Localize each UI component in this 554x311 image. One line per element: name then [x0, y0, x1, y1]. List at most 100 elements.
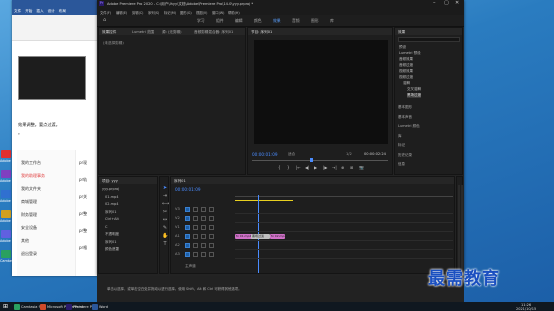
track-mute-button[interactable]: [209, 234, 214, 239]
desktop-app-icon[interactable]: [1, 170, 11, 178]
effects-section[interactable]: Lumetri 颜色: [398, 124, 420, 129]
track-target-button[interactable]: [185, 216, 190, 221]
timeline-clip[interactable]: fx 02.mp4: [270, 234, 285, 239]
menu-item[interactable]: 窗口(W): [212, 10, 224, 15]
overwrite-icon[interactable]: ⊞: [350, 165, 353, 170]
taskbar-app-label[interactable]: Camtasia 9: [21, 305, 41, 309]
taskbar-app-icon[interactable]: [40, 303, 46, 310]
cms-content-item[interactable]: pr整: [79, 228, 87, 234]
track-lock-button[interactable]: [193, 207, 198, 212]
track-lock-button[interactable]: [193, 252, 198, 257]
cms-nav-item[interactable]: 我的文件夹: [21, 186, 41, 192]
step-forward-icon[interactable]: |▶: [323, 165, 327, 170]
project-item[interactable]: 颜色遮罩: [105, 247, 119, 252]
desktop-app-icon[interactable]: [1, 250, 11, 258]
track-mute-button[interactable]: [209, 243, 214, 248]
cms-nav-item[interactable]: 其他: [21, 238, 29, 244]
effects-tab[interactable]: 效果: [398, 30, 405, 35]
go-to-in-icon[interactable]: |←: [296, 165, 301, 170]
source-tab[interactable]: 效果控件: [102, 30, 116, 35]
track-target-button[interactable]: [185, 234, 190, 239]
desktop-app-icon[interactable]: [1, 230, 11, 238]
menu-item[interactable]: 视图(V): [196, 10, 207, 15]
ripple-edit-icon[interactable]: ⟷: [162, 201, 169, 207]
effects-section[interactable]: 标记: [398, 143, 405, 148]
start-icon[interactable]: ⊞: [3, 303, 8, 310]
effects-search-input[interactable]: [398, 37, 460, 42]
effects-section[interactable]: 基本图形: [398, 105, 412, 110]
cms-content-item[interactable]: pr整: [79, 211, 87, 217]
word-tab[interactable]: 插入: [36, 8, 43, 15]
track-mute-button[interactable]: [209, 207, 214, 212]
project-item[interactable]: 01.mp4: [105, 195, 118, 199]
track-lock-button[interactable]: [193, 216, 198, 221]
project-item[interactable]: C: [105, 225, 107, 229]
close-icon[interactable]: ✕: [455, 0, 459, 6]
workspace-tab[interactable]: 编辑: [235, 18, 243, 24]
menu-item[interactable]: 文件(F): [100, 10, 111, 15]
track-toggle-button[interactable]: [201, 207, 206, 212]
track-mute-button[interactable]: [209, 252, 214, 257]
desktop-app-icon[interactable]: [1, 190, 11, 198]
workspace-tab[interactable]: 音频: [292, 18, 300, 24]
type-icon[interactable]: T: [162, 241, 168, 247]
workspace-tab[interactable]: 图形: [311, 18, 319, 24]
menu-item[interactable]: 标记(M): [164, 10, 176, 15]
workspace-tab[interactable]: 效果: [273, 18, 281, 24]
taskbar-app-icon[interactable]: [14, 303, 20, 310]
minimize-icon[interactable]: –: [433, 0, 436, 6]
track-toggle-button[interactable]: [201, 216, 206, 221]
export-frame-icon[interactable]: 📷: [359, 165, 364, 170]
project-item[interactable]: 02.mp4: [105, 202, 118, 206]
hand-icon[interactable]: ✋: [162, 233, 168, 239]
project-item[interactable]: 序列01: [105, 240, 116, 245]
cms-nav-item[interactable]: 安全设备: [21, 225, 37, 231]
taskbar-app-icon[interactable]: [92, 303, 98, 310]
clock-date[interactable]: 2021/10/15: [516, 307, 536, 311]
program-tab[interactable]: 节目: 序列01: [251, 30, 272, 35]
menu-item[interactable]: 剪辑(C): [132, 10, 143, 15]
fit-dropdown[interactable]: 适合: [288, 152, 295, 157]
cms-nav-item[interactable]: 商城管理: [21, 199, 37, 205]
cms-content-item[interactable]: pr现: [79, 160, 87, 166]
track-toggle-button[interactable]: [201, 225, 206, 230]
word-tab[interactable]: 开始: [25, 8, 32, 15]
workspace-tab[interactable]: 组件: [216, 18, 224, 24]
effects-item[interactable]: 视频效果: [399, 69, 413, 74]
effects-item[interactable]: 视频过渡: [399, 75, 413, 80]
track-toggle-button[interactable]: [201, 243, 206, 248]
audio-mixer-tab[interactable]: 音频剪辑混合器: 序列01: [194, 30, 233, 35]
effects-item[interactable]: 溶解: [403, 81, 410, 86]
track-target-button[interactable]: [185, 252, 190, 257]
cms-nav-item[interactable]: 退出登录: [21, 251, 37, 257]
effects-item[interactable]: 黑场过渡: [407, 93, 421, 98]
timeline-timecode[interactable]: 00:00:01:09: [175, 187, 201, 192]
cms-content-item[interactable]: pr关: [79, 194, 87, 200]
project-item[interactable]: 序列01: [105, 210, 116, 215]
project-item[interactable]: Ctrl+Alt: [105, 217, 119, 221]
track-target-button[interactable]: [185, 243, 190, 248]
play-icon[interactable]: ▶: [314, 165, 317, 170]
track-select-icon[interactable]: ⇥: [162, 193, 168, 199]
razor-icon[interactable]: ✂: [162, 209, 168, 215]
step-back-icon[interactable]: ◀|: [305, 165, 309, 170]
timeline-clip[interactable]: 黑场过渡: [251, 234, 270, 239]
workspace-tab[interactable]: 学习: [197, 18, 205, 24]
effects-item[interactable]: 预设: [399, 45, 406, 50]
selection-tool-icon[interactable]: ➤: [162, 185, 168, 191]
insert-icon[interactable]: ⊕: [341, 165, 344, 170]
effects-section[interactable]: 库: [398, 134, 402, 139]
track-target-button[interactable]: [185, 207, 190, 212]
playhead-icon[interactable]: [310, 158, 313, 162]
taskbar-app-label[interactable]: Word: [99, 305, 108, 309]
effects-section[interactable]: 历史记录: [398, 153, 412, 158]
project-item[interactable]: yyy.prproj: [102, 187, 119, 191]
word-tab[interactable]: 设计: [48, 8, 55, 15]
menu-item[interactable]: 序列(S): [148, 10, 159, 15]
menu-item[interactable]: 帮助(H): [228, 10, 240, 15]
go-to-out-icon[interactable]: →|: [332, 165, 337, 170]
maximize-icon[interactable]: ▢: [444, 0, 449, 6]
effects-item[interactable]: 音频过渡: [399, 63, 413, 68]
pen-icon[interactable]: ✎: [162, 225, 168, 231]
mark-in-icon[interactable]: {: [278, 165, 281, 170]
